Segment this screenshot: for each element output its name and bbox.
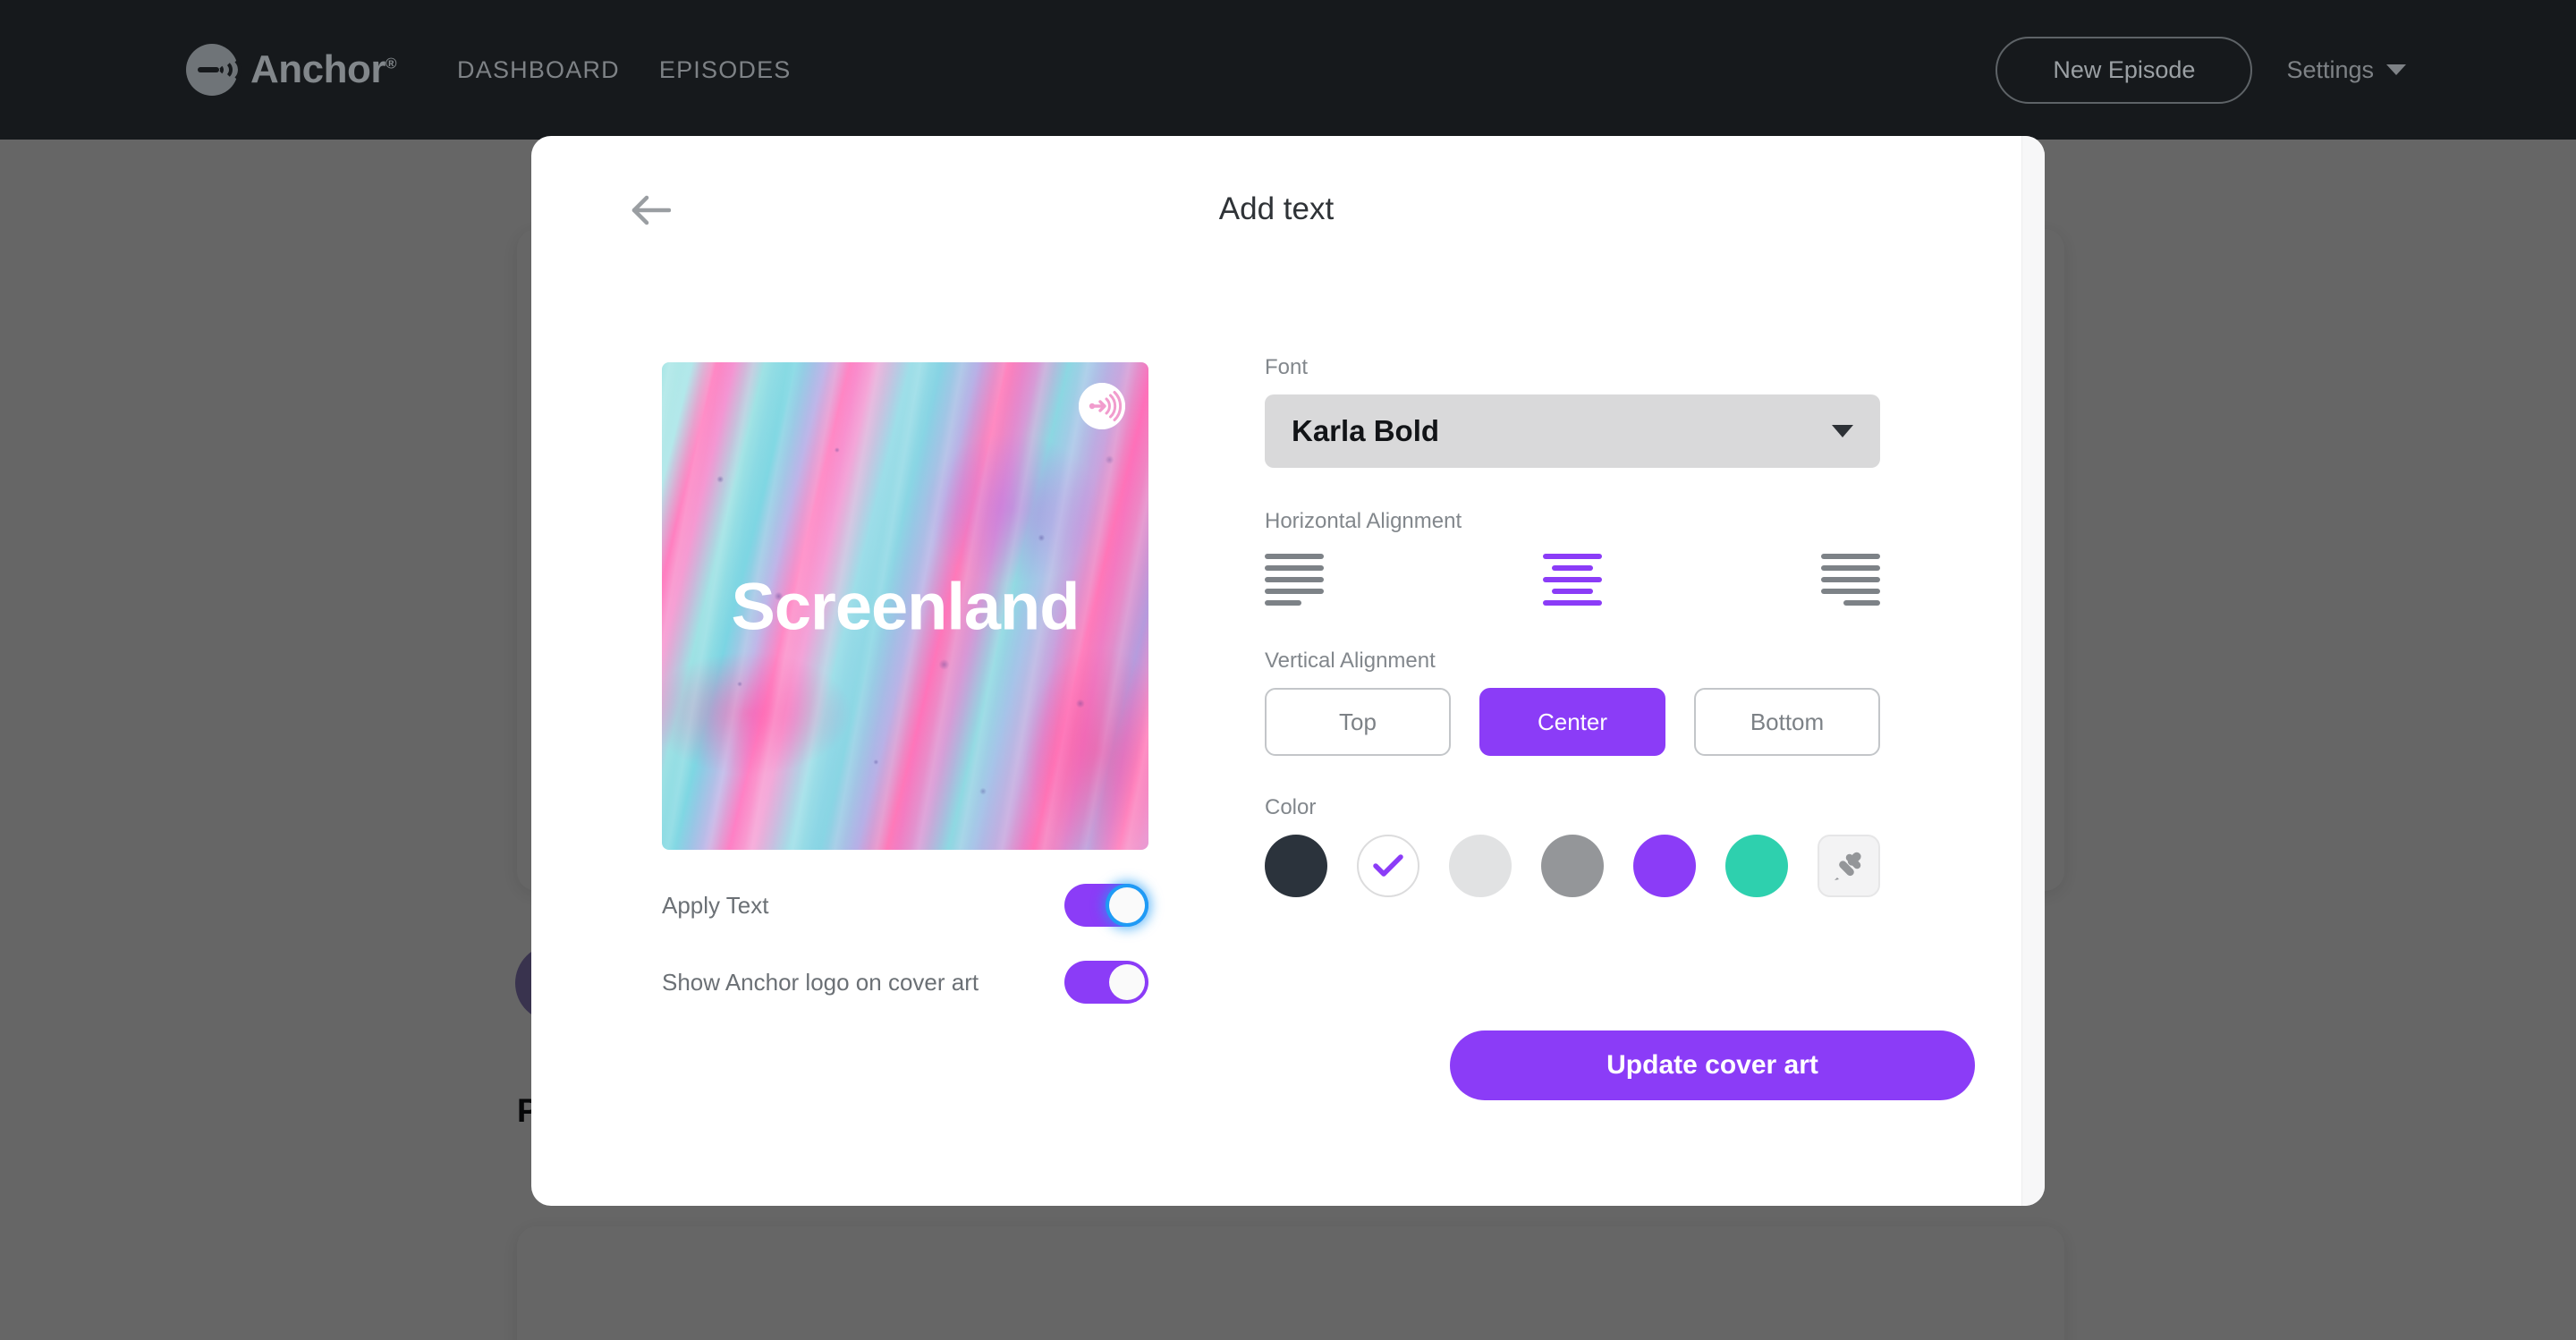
font-select-value: Karla Bold (1292, 414, 1440, 447)
align-right-icon[interactable] (1821, 548, 1880, 611)
font-select[interactable]: Karla Bold (1265, 394, 1880, 468)
align-left-icon[interactable] (1265, 548, 1324, 611)
settings-label: Settings (2286, 55, 2374, 83)
cover-art-preview[interactable]: Screenland (662, 362, 1148, 850)
apply-text-row: Apply Text (662, 884, 1148, 927)
anchor-logo-icon (1079, 383, 1125, 429)
top-navigation-bar: Anchor® DASHBOARD EPISODES New Episode S… (0, 0, 2576, 140)
swatch-white[interactable] (1357, 835, 1419, 897)
show-anchor-logo-row: Show Anchor logo on cover art (662, 961, 1148, 1004)
horizontal-alignment-options (1265, 548, 1880, 611)
chevron-down-icon (2386, 64, 2406, 75)
top-navigation-right: New Episode Settings (1996, 36, 2406, 104)
swatch-dark[interactable] (1265, 835, 1327, 897)
toggle-knob (1109, 887, 1145, 923)
modal-title: Add text (1218, 191, 1335, 226)
cover-art-panel: Screenland Apply Text Show Anchor logo o… (662, 362, 1148, 1004)
modal-scrollbar[interactable] (2021, 136, 2045, 1206)
show-anchor-logo-toggle[interactable] (1064, 961, 1148, 1004)
eyedropper-icon[interactable] (1818, 835, 1880, 897)
anchor-mark-icon (186, 44, 242, 96)
add-text-modal: Add text Screenland Apply Text Show Anch… (531, 136, 2045, 1206)
nav-item-dashboard[interactable]: DASHBOARD (457, 56, 620, 84)
modal-header: Add text (531, 136, 2045, 236)
show-anchor-logo-label: Show Anchor logo on cover art (662, 968, 979, 996)
apply-text-toggle[interactable] (1064, 884, 1148, 927)
vertical-align-bottom-button[interactable]: Bottom (1694, 688, 1880, 756)
swatch-gray[interactable] (1541, 835, 1604, 897)
color-swatches (1265, 835, 1880, 897)
swatch-light-gray[interactable] (1449, 835, 1512, 897)
update-cover-art-button[interactable]: Update cover art (1450, 1030, 1975, 1100)
main-nav: DASHBOARD EPISODES (457, 56, 792, 84)
new-episode-button[interactable]: New Episode (1996, 36, 2253, 104)
brand-registered-mark: ® (386, 55, 397, 72)
font-label: Font (1265, 355, 1309, 379)
swatch-purple[interactable] (1633, 835, 1696, 897)
align-center-icon[interactable] (1543, 548, 1602, 611)
chevron-down-icon (1832, 425, 1853, 437)
vertical-align-top-button[interactable]: Top (1265, 688, 1451, 756)
text-settings-panel: Font Karla Bold Horizontal Alignment Ver… (1265, 355, 1880, 897)
vertical-align-center-button[interactable]: Center (1479, 688, 1665, 756)
anchor-logo[interactable]: Anchor® (186, 44, 397, 96)
toggle-knob (1109, 964, 1145, 1000)
color-label: Color (1265, 795, 1317, 819)
horizontal-alignment-label: Horizontal Alignment (1265, 509, 1462, 533)
vertical-alignment-label: Vertical Alignment (1265, 649, 1436, 673)
nav-item-episodes[interactable]: EPISODES (659, 56, 792, 84)
anchor-waves-icon (213, 55, 242, 85)
vertical-alignment-options: Top Center Bottom (1265, 688, 1880, 756)
swatch-teal[interactable] (1725, 835, 1788, 897)
brand-name: Anchor® (250, 47, 397, 91)
page-root: P Anchor® DASHBOARD EPISODES New Episode… (0, 0, 2576, 1340)
apply-text-label: Apply Text (662, 891, 769, 919)
settings-menu[interactable]: Settings (2286, 56, 2406, 84)
cover-art-text: Screenland (731, 569, 1080, 643)
check-icon (1373, 854, 1403, 878)
